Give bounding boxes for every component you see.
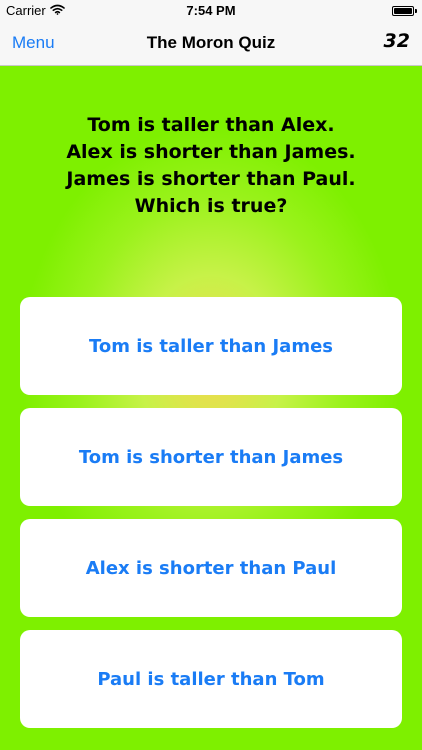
question-line: Tom is taller than Alex. bbox=[87, 114, 335, 136]
question-line: Which is true? bbox=[134, 195, 288, 217]
battery-icon bbox=[392, 6, 417, 16]
answer-button-4[interactable]: Paul is taller than Tom bbox=[20, 630, 402, 728]
question-line: James is shorter than Paul. bbox=[66, 168, 356, 190]
nav-title: The Moron Quiz bbox=[146, 33, 276, 52]
score-label: 32 bbox=[383, 30, 410, 52]
answer-button-1[interactable]: Tom is taller than James bbox=[20, 297, 402, 395]
quiz-content: Tom is taller than Alex. Alex is shorter… bbox=[0, 66, 422, 750]
answer-button-3[interactable]: Alex is shorter than Paul bbox=[20, 519, 402, 617]
answer-list: Tom is taller than James Tom is shorter … bbox=[20, 297, 402, 741]
answer-button-2[interactable]: Tom is shorter than James bbox=[20, 408, 402, 506]
battery-tip bbox=[415, 9, 417, 13]
status-time: 7:54 PM bbox=[186, 3, 236, 18]
question-line: Alex is shorter than James. bbox=[66, 141, 356, 163]
menu-button[interactable]: Menu bbox=[12, 33, 55, 53]
nav-bar: Menu The Moron Quiz 32 bbox=[0, 22, 422, 66]
status-bar: Carrier 7:54 PM bbox=[0, 0, 422, 22]
battery-fill bbox=[394, 8, 412, 14]
question-text: Tom is taller than Alex. Alex is shorter… bbox=[0, 112, 422, 220]
